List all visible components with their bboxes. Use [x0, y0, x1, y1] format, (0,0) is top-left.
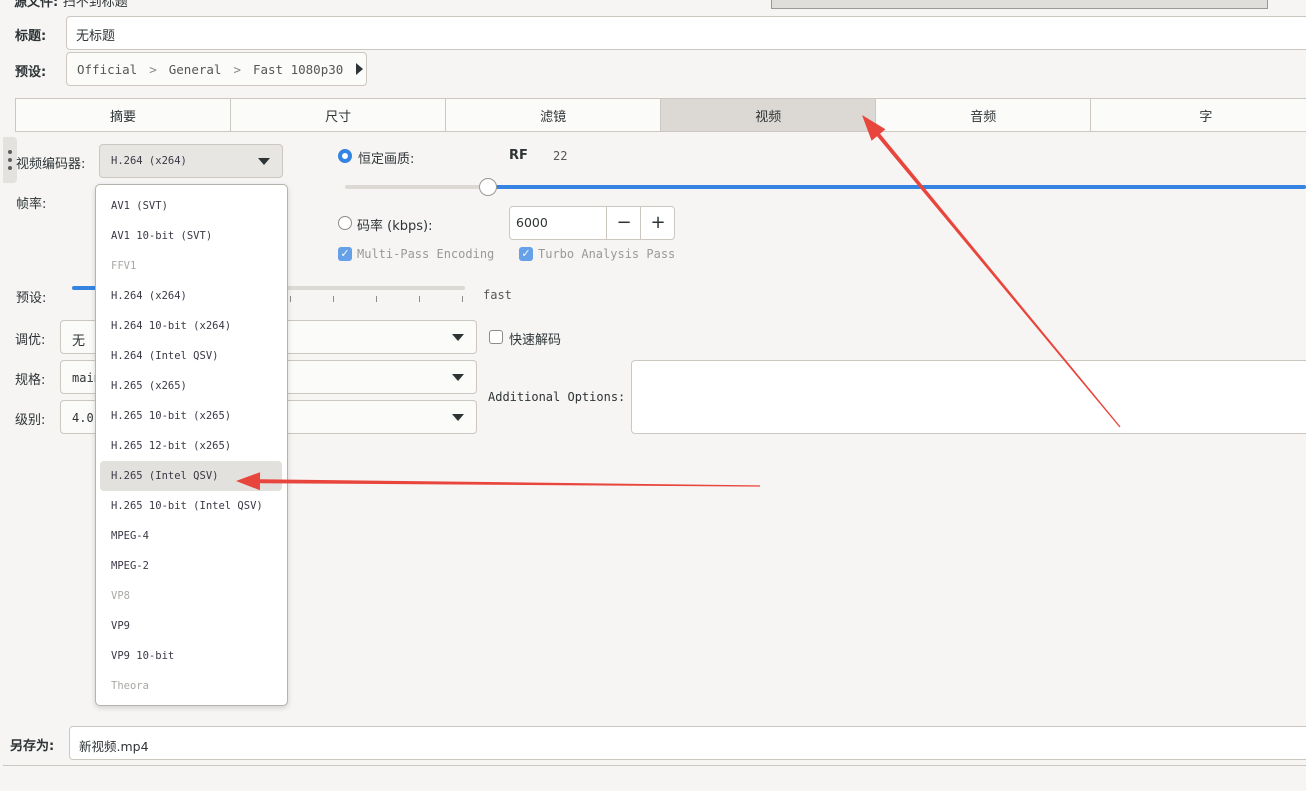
- annotation-arrows: [236, 115, 1121, 491]
- annotation-arrow-to-selected-option: [236, 472, 760, 491]
- annotation-arrow-to-video-tab: [862, 115, 1121, 428]
